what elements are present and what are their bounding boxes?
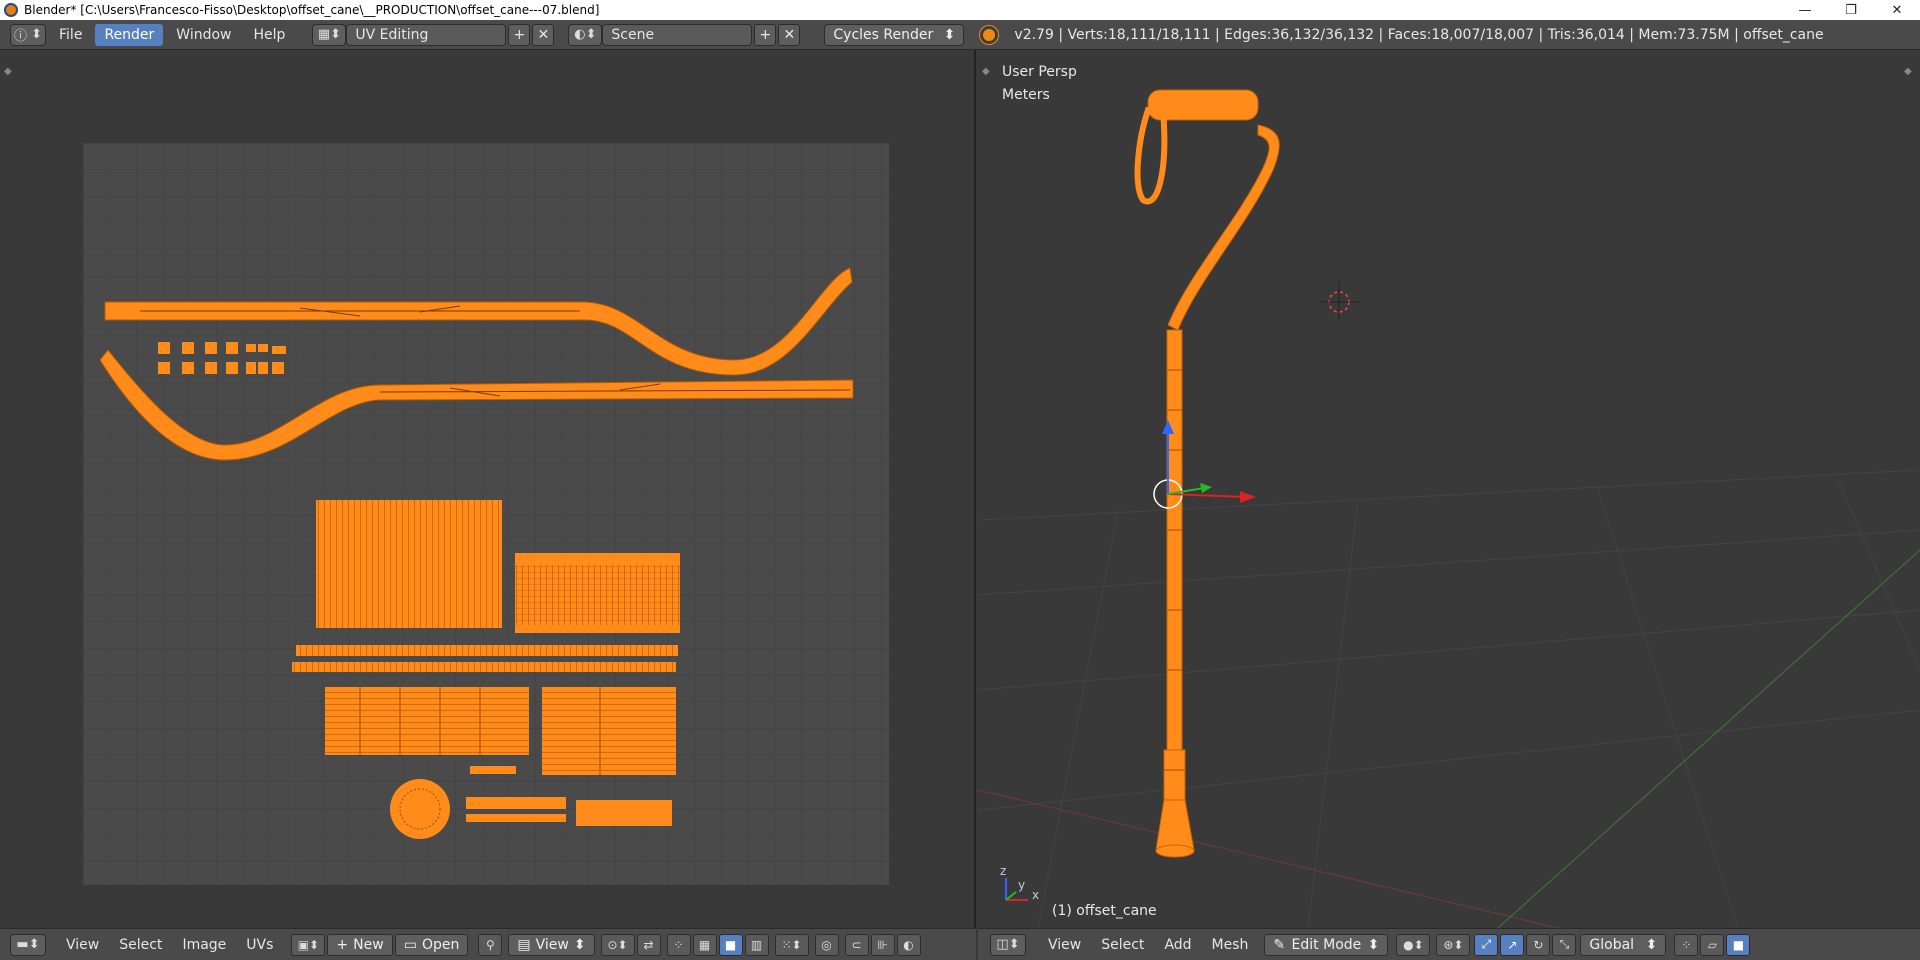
minimize-button[interactable]: — [1782, 0, 1828, 20]
uv-island-small-bar [470, 766, 516, 774]
face-select-icon[interactable]: ■ [718, 933, 743, 956]
uv-canvas[interactable] [0, 50, 976, 928]
floor-grid [978, 469, 1920, 928]
menu-file[interactable]: File [50, 24, 91, 46]
viewport-header: ◫⬍ View Select Add Mesh ✎ Edit Mode ⬍ ●⬍ ⊛… [978, 928, 1920, 960]
menu-window[interactable]: Window [167, 24, 240, 46]
axis-z-label: z [1000, 864, 1007, 878]
uv-editor-type-icon[interactable]: ▬⬍ [10, 933, 46, 956]
y-axis-line [1497, 549, 1920, 928]
uv-island-cap [390, 779, 450, 839]
viewport-menu-view[interactable]: View [1038, 937, 1091, 953]
blender-app-icon [4, 3, 18, 17]
scale-manipulator-icon[interactable]: ⤡ [1552, 933, 1577, 956]
pin-icon[interactable]: ⚲ [478, 933, 503, 956]
edge-select-mode-icon[interactable]: ▱ [1700, 933, 1725, 956]
pivot-icon[interactable]: ⊙⬍ [600, 933, 635, 956]
face-select-mode-icon[interactable]: ■ [1726, 933, 1751, 956]
remove-scene-button[interactable]: ✕ [778, 23, 801, 46]
viewport-canvas[interactable] [978, 50, 1920, 928]
3d-viewport[interactable]: ◆ ◆ User Persp Meters y x z (1) offset_c… [978, 50, 1920, 928]
3d-cursor-icon [1319, 282, 1359, 322]
snap-icon[interactable]: ⊂ [844, 933, 869, 956]
proportional-edit-icon[interactable]: ◎ [814, 933, 839, 956]
render-engine-dropdown[interactable]: Cycles Render ⬍ [824, 23, 965, 46]
axis-x-label: x [1032, 888, 1040, 902]
vertex-select-mode-icon[interactable]: ⁘ [1674, 933, 1699, 956]
uv-island-bar-d [466, 814, 566, 822]
scene-statistics: v2.79 | Verts:18,111/18,111 | Edges:36,1… [1014, 26, 1824, 43]
viewport-editor-type-icon[interactable]: ◫⬍ [990, 933, 1026, 956]
blender-logo-icon [980, 25, 999, 44]
uv-menu-image[interactable]: Image [172, 937, 236, 953]
island-select-icon[interactable]: ▥ [744, 933, 769, 956]
cane-mesh [1134, 89, 1280, 858]
uv-island-bar-c [466, 797, 566, 809]
add-scene-button[interactable]: + [754, 23, 777, 46]
viewport-menu-add[interactable]: Add [1154, 937, 1201, 953]
maximize-button[interactable]: ❐ [1828, 0, 1874, 20]
info-editor-type-button[interactable]: ⓘ ⬍ [10, 23, 46, 46]
view-name-label: User Persp [1002, 64, 1077, 80]
uv-menu-view[interactable]: View [56, 937, 109, 953]
folder-icon: ▭ [403, 936, 417, 953]
axis-y-label: y [1018, 878, 1026, 892]
uv-image-editor[interactable]: ◆ [0, 50, 976, 928]
window-titlebar: Blender* [C:\Users\Francesco-Fisso\Deskt… [0, 0, 1920, 20]
rotate-manipulator-icon[interactable]: ↻ [1526, 933, 1551, 956]
viewport-menu-mesh[interactable]: Mesh [1202, 937, 1259, 953]
sticky-select-icon[interactable]: ⁙⬍ [774, 933, 809, 956]
close-button[interactable]: ✕ [1874, 0, 1920, 20]
screen-layout-field[interactable]: UV Editing [346, 23, 507, 46]
screen-layout-icon[interactable]: ▦⬍ [312, 23, 347, 46]
window-title: Blender* [C:\Users\Francesco-Fisso\Deskt… [24, 3, 600, 17]
viewport-shading-icon[interactable]: ●⬍ [1396, 933, 1431, 956]
edge-select-icon[interactable]: ▦ [692, 933, 717, 956]
uv-island-bar-e [576, 800, 672, 826]
vertex-select-icon[interactable]: ⁘ [666, 933, 691, 956]
remove-screen-button[interactable]: ✕ [532, 23, 555, 46]
scene-icon[interactable]: ◐⬍ [568, 23, 603, 46]
object-name-label: (1) offset_cane [1052, 903, 1157, 919]
plus-icon: + [336, 936, 349, 953]
edit-mode-icon: ✎ [1273, 936, 1286, 953]
translate-manipulator-icon[interactable]: ↗ [1500, 933, 1525, 956]
sync-selection-icon[interactable]: ⇄ [636, 933, 661, 956]
new-image-button[interactable]: + New [327, 933, 393, 956]
image-browse-icon[interactable]: ▣⬍ [291, 933, 326, 956]
open-image-button[interactable]: ▭ Open [394, 933, 469, 956]
snap-target-icon[interactable]: ⊪ [870, 933, 895, 956]
uv-menu-select[interactable]: Select [109, 937, 172, 953]
render-engine-label: Cycles Render [833, 26, 934, 43]
render-preview-icon[interactable]: ◐ [896, 933, 921, 956]
units-label: Meters [1002, 87, 1050, 103]
image-icon: ▤ [517, 936, 531, 953]
pivot-point-icon[interactable]: ⊛⬍ [1436, 933, 1471, 956]
scene-field[interactable]: Scene [602, 23, 753, 46]
viewport-menu-select[interactable]: Select [1091, 937, 1154, 953]
info-icon: ⓘ [13, 29, 27, 44]
manipulator-toggle-icon[interactable]: ⤢ [1474, 933, 1499, 956]
menu-render[interactable]: Render [95, 23, 164, 46]
add-screen-button[interactable]: + [508, 23, 531, 46]
orientation-dropdown[interactable]: Global ⬍ [1580, 933, 1667, 956]
uv-menu-uvs[interactable]: UVs [236, 937, 283, 953]
dropdown-arrows-icon: ⬍ [943, 26, 956, 43]
uv-view-mode-dropdown[interactable]: ▤ View ⬍ [508, 933, 595, 956]
uv-editor-header: ▬⬍ View Select Image UVs ▣⬍ + New ▭ Open ⚲… [0, 928, 976, 960]
info-header: ⓘ ⬍ File Render Window Help ▦⬍ UV Editin… [0, 20, 1920, 50]
mode-dropdown[interactable]: ✎ Edit Mode ⬍ [1264, 933, 1389, 956]
menu-help[interactable]: Help [244, 24, 294, 46]
